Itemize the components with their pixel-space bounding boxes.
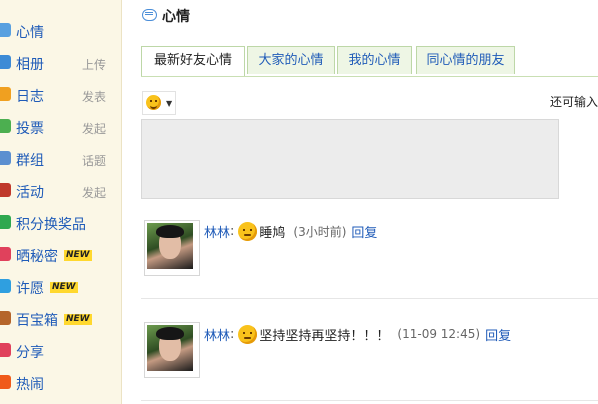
sidebar-item[interactable]: 许愿 NEW xyxy=(0,271,121,303)
remaining-chars-label: 还可输入 xyxy=(549,95,598,109)
sidebar-item-action[interactable]: 话题 xyxy=(82,152,106,169)
chat-bubble-icon xyxy=(142,9,157,21)
avatar[interactable] xyxy=(144,322,200,378)
post-time: (11-09 12:45) xyxy=(397,327,481,341)
mood-input[interactable] xyxy=(141,119,559,199)
sidebar-item-label: 许愿 xyxy=(16,281,44,297)
sidebar-item[interactable]: 百宝箱 NEW xyxy=(0,303,121,335)
main-content: 心情 最新好友心情 大家的心情 我的心情 同心情的朋友 ▼ 还可输入 林林 : … xyxy=(141,0,598,404)
star-wish-icon xyxy=(0,279,11,293)
sidebar-item[interactable]: 相册 上传 xyxy=(0,47,121,79)
sidebar-item-action[interactable]: 发起 xyxy=(82,184,106,201)
sidebar-item-label: 分享 xyxy=(16,345,44,361)
mood-face-icon xyxy=(238,324,258,344)
list-item: 林林 : 坚持坚持再坚持！！！ (11-09 12:45) 回复 xyxy=(141,318,598,401)
list-item: 林林 : 睡鸠 (3小时前) 回复 xyxy=(141,216,598,299)
post-text: 坚持坚持再坚持！！！ xyxy=(259,328,390,344)
tab-bar: 最新好友心情 大家的心情 我的心情 同心情的朋友 xyxy=(141,46,598,77)
tab-friends-latest[interactable]: 最新好友心情 xyxy=(141,46,245,76)
new-badge: NEW xyxy=(50,282,78,293)
vote-chart-icon xyxy=(0,119,11,133)
sidebar-item-label: 日志 xyxy=(16,89,44,105)
sidebar-item[interactable]: 分享 xyxy=(0,335,121,367)
page-title: 心情 xyxy=(162,9,190,25)
avatar[interactable] xyxy=(144,220,200,276)
calendar-icon xyxy=(0,183,11,197)
sidebar: 心情 相册 上传 日志 发表 投票 发起 群组 话题 活动 发起 积分换奖品 晒秘密 NEW 许愿 NEW 百宝… xyxy=(0,0,122,404)
group-icon xyxy=(0,151,11,165)
tab-same-mood-friends[interactable]: 同心情的朋友 xyxy=(416,46,515,74)
tab-mine[interactable]: 我的心情 xyxy=(337,46,412,74)
reply-link[interactable]: 回复 xyxy=(485,325,511,344)
sidebar-item[interactable]: 群组 话题 xyxy=(0,143,121,175)
mood-emoji-picker[interactable]: ▼ xyxy=(142,91,176,115)
sidebar-item[interactable]: 活动 发起 xyxy=(0,175,121,207)
photo-album-icon xyxy=(0,55,11,69)
sidebar-item-label: 热闹 xyxy=(16,377,44,393)
mood-face-icon xyxy=(238,221,258,241)
sidebar-item[interactable]: 心情 xyxy=(0,15,121,47)
journal-icon xyxy=(0,87,11,101)
sidebar-item[interactable]: 晒秘密 NEW xyxy=(0,239,121,271)
sidebar-item-label: 相册 xyxy=(16,57,44,73)
chevron-down-icon: ▼ xyxy=(166,99,173,108)
heart-secret-icon xyxy=(0,247,11,261)
tab-everyone[interactable]: 大家的心情 xyxy=(247,46,335,74)
post-username[interactable]: 林林 xyxy=(204,325,230,344)
post-text: 睡鸠 xyxy=(259,225,286,241)
new-badge: NEW xyxy=(64,314,92,325)
sidebar-item-label: 活动 xyxy=(16,185,44,201)
sidebar-item-label: 心情 xyxy=(16,25,44,41)
chat-bubble-icon xyxy=(0,23,11,37)
post-username[interactable]: 林林 xyxy=(204,222,230,241)
sidebar-item-action[interactable]: 发起 xyxy=(82,120,106,137)
smiley-icon xyxy=(146,95,161,110)
share-heart-icon xyxy=(0,343,11,357)
sidebar-item[interactable]: 积分换奖品 xyxy=(0,207,121,239)
sidebar-item-label: 百宝箱 xyxy=(16,313,58,329)
gift-icon xyxy=(0,215,11,229)
fire-icon xyxy=(0,375,11,389)
sidebar-item-label: 群组 xyxy=(16,153,44,169)
sidebar-item-action[interactable]: 发表 xyxy=(82,88,106,105)
treasure-chest-icon xyxy=(0,311,11,325)
post-time: (3小时前) xyxy=(293,224,347,239)
new-badge: NEW xyxy=(64,250,92,261)
reply-link[interactable]: 回复 xyxy=(351,222,377,241)
sidebar-item-label: 晒秘密 xyxy=(16,249,58,265)
sidebar-item[interactable]: 热闹 xyxy=(0,367,121,399)
sidebar-item[interactable]: 日志 发表 xyxy=(0,79,121,111)
sidebar-item[interactable]: 投票 发起 xyxy=(0,111,121,143)
sidebar-item-label: 投票 xyxy=(16,121,44,137)
sidebar-item-action[interactable]: 上传 xyxy=(82,56,106,73)
sidebar-item-label: 积分换奖品 xyxy=(16,217,86,233)
